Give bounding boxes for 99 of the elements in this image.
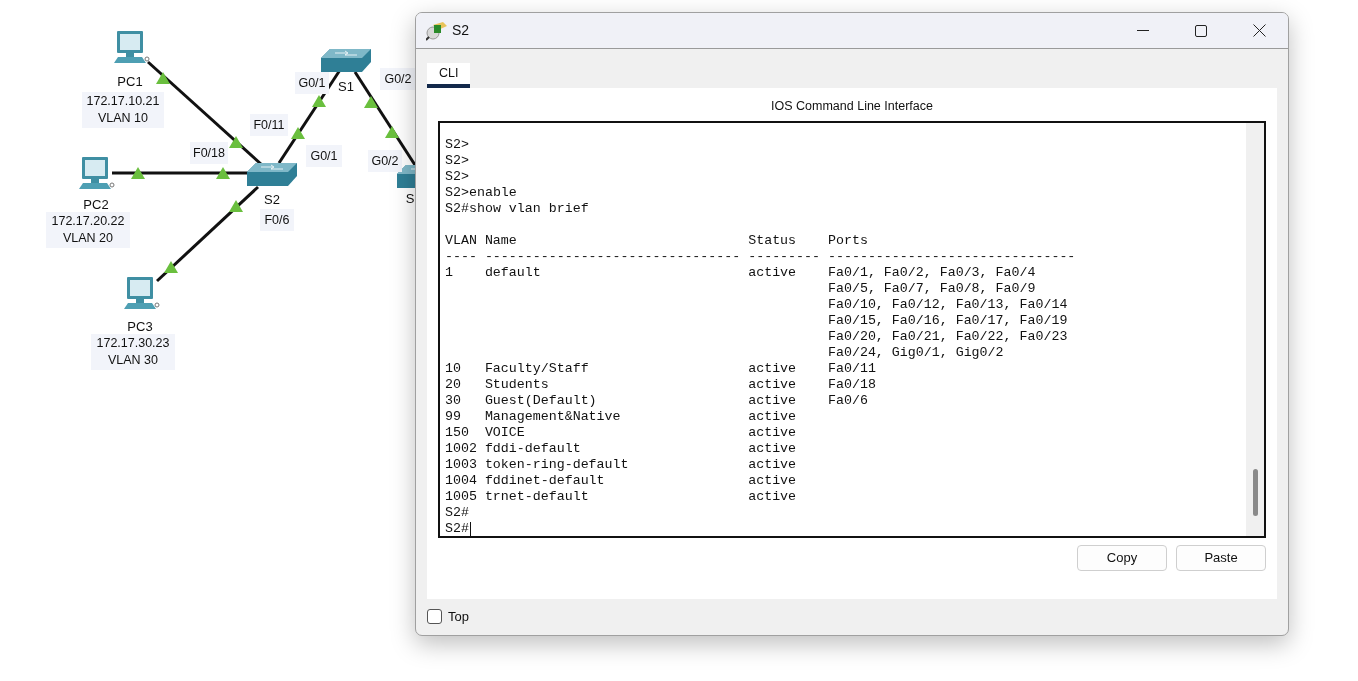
device-label: S — [405, 190, 415, 208]
panel-heading: IOS Command Line Interface — [770, 98, 934, 115]
device-label: S2 — [264, 191, 280, 209]
vlan-name: Management&Native — [484, 409, 622, 425]
scrollbar[interactable] — [1246, 123, 1264, 536]
vlan-name: VOICE — [484, 425, 526, 441]
vlan-id: 1005 — [445, 489, 478, 505]
vlan-ports: Fa0/15, Fa0/16, Fa0/17, Fa0/19 — [828, 313, 1069, 329]
scrollbar-thumb[interactable] — [1252, 469, 1258, 516]
column-rule: ------------------------------- — [828, 249, 1077, 265]
vlan-name: default — [484, 265, 542, 281]
vlan-id: 150 — [445, 425, 470, 441]
ip-address: 172.17.20.22 — [51, 213, 125, 230]
vlan-status: active — [748, 425, 798, 441]
vlan-label: VLAN 10 — [98, 110, 148, 127]
port-label: G0/1 — [306, 145, 342, 167]
link-status-icon — [164, 261, 178, 273]
terminal-line: S2>enable — [445, 185, 518, 201]
text-cursor — [469, 522, 471, 536]
link-status-icon — [229, 136, 243, 148]
vlan-id: 1004 — [445, 473, 478, 489]
column-header: Ports — [828, 233, 869, 249]
column-rule: --------- — [748, 249, 822, 265]
vlan-ports: Fa0/5, Fa0/7, Fa0/8, Fa0/9 — [828, 281, 1037, 297]
terminal-line: S2> — [445, 153, 470, 169]
port-label: F0/6 — [260, 209, 294, 231]
vlan-id: 99 — [445, 409, 462, 425]
vlan-status: active — [748, 441, 798, 457]
vlan-ports: Fa0/18 — [828, 377, 877, 393]
port-label: G0/2 — [380, 68, 416, 90]
link-status-icon — [364, 96, 378, 108]
device-label: PC3 — [127, 318, 153, 336]
vlan-ports: Fa0/6 — [828, 393, 869, 409]
checkbox-label: Top — [448, 608, 469, 626]
vlan-status: active — [748, 265, 798, 281]
vlan-status: active — [748, 409, 798, 425]
vlan-id: 1002 — [445, 441, 478, 457]
device-label: S1 — [338, 78, 354, 96]
link-status-icon — [291, 127, 305, 139]
vlan-ports: Fa0/24, Gig0/1, Gig0/2 — [828, 345, 1005, 361]
window-title: S2 — [452, 21, 470, 40]
ip-address: 172.17.10.21 — [86, 93, 160, 110]
action-button[interactable]: Copy — [1077, 545, 1167, 571]
column-header: VLAN — [445, 233, 478, 249]
action-button[interactable]: Paste — [1176, 545, 1266, 571]
terminal-line: S2> — [445, 169, 470, 185]
vlan-id: 30 — [445, 393, 462, 409]
minimize-icon — [1137, 29, 1149, 32]
vlan-status: active — [748, 489, 798, 505]
vlan-status: active — [748, 473, 798, 489]
device-label: PC2 — [83, 196, 109, 214]
link-status-icon — [131, 167, 145, 179]
terminal[interactable] — [438, 121, 1266, 538]
tab[interactable]: CLI — [427, 63, 471, 88]
top-checkbox[interactable] — [427, 609, 442, 625]
terminal-line: S2> — [445, 137, 470, 153]
vlan-name: fddinet-default — [484, 473, 606, 489]
close-icon — [1252, 24, 1266, 37]
vlan-name: Guest(Default) — [484, 393, 598, 409]
link-status-icon — [229, 200, 243, 212]
vlan-ports: Fa0/1, Fa0/2, Fa0/3, Fa0/4 — [828, 265, 1037, 281]
vlan-label: VLAN 20 — [63, 230, 113, 247]
terminal-line: S2# — [445, 505, 470, 521]
vlan-label: VLAN 30 — [108, 352, 158, 369]
vlan-name: Students — [484, 377, 550, 393]
link-status-icon — [385, 126, 399, 138]
device-label: PC1 — [117, 73, 143, 91]
vlan-status: active — [748, 457, 798, 473]
terminal-line: S2# — [445, 521, 472, 537]
port-label: F0/18 — [190, 142, 228, 164]
column-rule: -------------------------------- — [484, 249, 742, 265]
vlan-id: 1003 — [445, 457, 478, 473]
port-label: G0/1 — [295, 72, 329, 94]
link-status-icon — [216, 167, 230, 179]
column-header: Status — [748, 233, 798, 249]
vlan-name: Faculty/Staff — [484, 361, 590, 377]
port-label: F0/11 — [250, 114, 288, 136]
switch-icon — [321, 48, 371, 73]
vlan-ports: Fa0/10, Fa0/12, Fa0/13, Fa0/14 — [828, 297, 1069, 313]
vlan-id: 20 — [445, 377, 462, 393]
ip-address: 172.17.30.23 — [96, 335, 170, 352]
column-rule: ---- — [445, 249, 478, 265]
vlan-status: active — [748, 377, 798, 393]
vlan-name: fddi-default — [484, 441, 582, 457]
switch-icon — [247, 162, 297, 187]
app-icon — [426, 20, 448, 41]
vlan-status: active — [748, 361, 798, 377]
vlan-status: active — [748, 393, 798, 409]
maximize-icon — [1195, 24, 1207, 37]
vlan-ports: Fa0/11 — [828, 361, 877, 377]
vlan-ports: Fa0/20, Fa0/21, Fa0/22, Fa0/23 — [828, 329, 1069, 345]
column-header: Name — [484, 233, 518, 249]
vlan-id: 1 — [445, 265, 454, 281]
terminal-line: S2#show vlan brief — [445, 201, 590, 217]
vlan-id: 10 — [445, 361, 462, 377]
port-label: G0/2 — [368, 150, 402, 172]
vlan-name: trnet-default — [484, 489, 590, 505]
link-status-icon — [156, 72, 170, 84]
vlan-name: token-ring-default — [484, 457, 630, 473]
